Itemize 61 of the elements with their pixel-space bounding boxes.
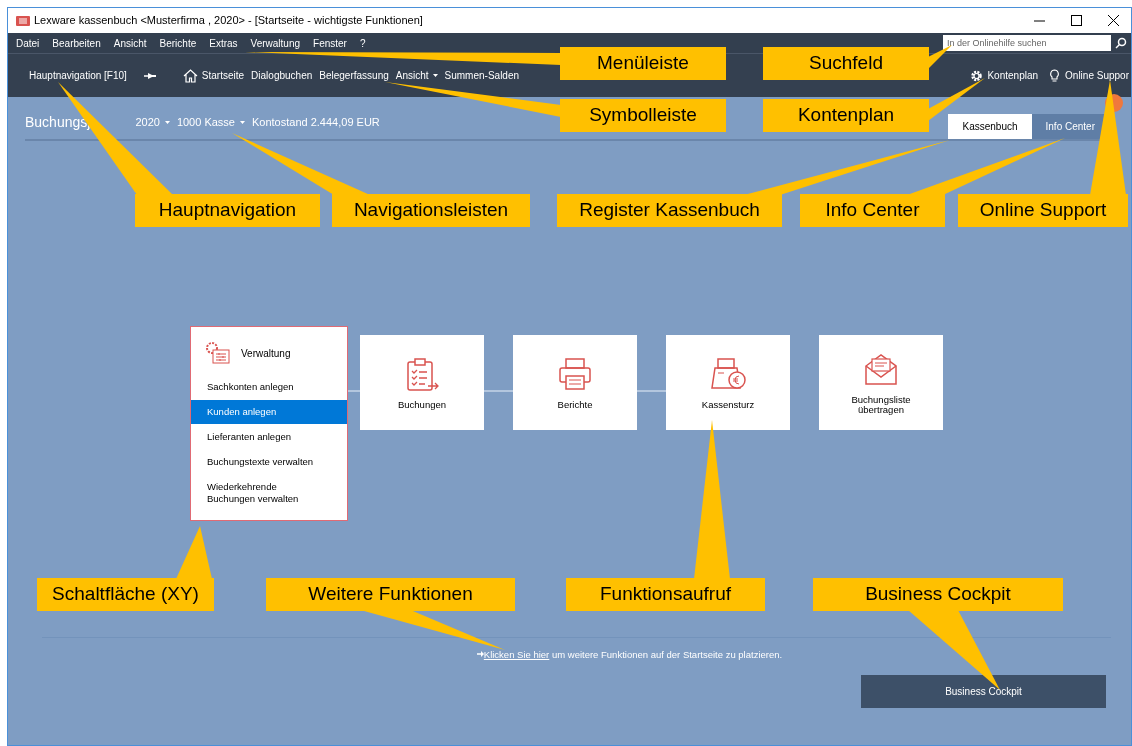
function-tile[interactable]: Berichte [513, 335, 637, 430]
callout-label: Navigationsleisten [332, 194, 530, 227]
menu-item[interactable]: Datei [16, 35, 40, 51]
gear-sliders-icon [205, 341, 231, 365]
panel-menu-item[interactable]: Buchungstexte verwalten [191, 450, 347, 474]
toolbar-item[interactable]: Dialogbuchen [251, 68, 313, 83]
maximize-icon[interactable] [1071, 15, 1082, 26]
arrow-icon [476, 651, 484, 657]
callout-label: Register Kassenbuch [557, 194, 782, 227]
business-cockpit-button[interactable]: Business Cockpit [861, 675, 1106, 708]
panel-menu-item[interactable]: Lieferanten anlegen [191, 425, 347, 449]
function-tile[interactable]: Buchungen [360, 335, 484, 430]
window-title: Lexware kassenbuch <Musterfirma , 2020> - [Startseite - wichtigste Funktionen] [34, 13, 423, 29]
callout-label: Info Center [800, 194, 945, 227]
toolbar-item[interactable]: Startseite [201, 68, 245, 83]
toolbar-item[interactable]: Belegerfassung [319, 68, 389, 83]
menu-item[interactable]: Bearbeiten [52, 35, 101, 51]
function-tile[interactable]: Buchungsliste übertragen [819, 335, 943, 430]
cash-register-icon [710, 355, 746, 392]
toolbar-item[interactable]: Ansicht [395, 68, 438, 83]
callout-pointer [928, 45, 952, 69]
toolbar-item[interactable]: Online Suppor [1065, 68, 1129, 83]
callout-label: Business Cockpit [813, 578, 1063, 611]
clipboard-icon [404, 355, 440, 392]
pin-icon[interactable] [143, 71, 156, 80]
panel-title: Verwaltung [241, 346, 291, 361]
more-functions-text: Klicken Sie hier um weitere Funktionen auf der Startseite zu platzieren. [483, 648, 783, 662]
menu-item[interactable]: Ansicht [113, 35, 147, 51]
callout-label: Funktionsaufruf [566, 578, 765, 611]
menu-item[interactable]: Verwaltung [250, 35, 301, 51]
app-logo-icon [16, 15, 30, 26]
callout-label: Weitere Funktionen [266, 578, 515, 611]
caret-icon [432, 74, 438, 77]
callout-label: Menüleiste [560, 47, 726, 80]
search-field[interactable]: In der Onlinehilfe suchen [943, 35, 1111, 51]
caret-icon [240, 121, 245, 124]
menu-item[interactable]: Fenster [313, 35, 347, 51]
callout-label: Symbolleiste [560, 99, 726, 132]
function-tile[interactable]: Kassensturz [666, 335, 790, 430]
lightbulb-icon[interactable] [1048, 68, 1062, 83]
printer-icon [557, 355, 593, 392]
menu-item[interactable]: Berichte [159, 35, 197, 51]
callout-pointer [928, 78, 985, 121]
search-icon[interactable] [1115, 37, 1127, 49]
panel-menu-item[interactable]: Kunden anlegen [191, 400, 347, 424]
menu-item[interactable]: Extras [209, 35, 238, 51]
menu-item[interactable]: ? [359, 35, 366, 51]
panel-menu-item[interactable]: Wiederkehrende Buchungen verwalten [191, 475, 321, 511]
toolbar-item[interactable]: Kontenplan [987, 68, 1039, 83]
account-balance: Kontostand 2.444,09 EUR [252, 115, 380, 131]
toolbar-item[interactable]: Summen-Salden [444, 68, 520, 83]
callout-label: Online Support [958, 194, 1128, 227]
tab[interactable]: Kassenbuch [948, 114, 1032, 139]
callout-pointer [176, 526, 212, 579]
callout-label: Hauptnavigation [135, 194, 320, 227]
home-icon[interactable] [182, 68, 198, 83]
settings-icon[interactable] [970, 68, 984, 83]
main-navigation-button[interactable]: Hauptnavigation [F10] [29, 68, 127, 83]
close-icon[interactable] [1108, 15, 1119, 26]
caret-icon [164, 121, 170, 124]
panel-menu-item[interactable]: Sachkonten anlegen [191, 375, 347, 399]
